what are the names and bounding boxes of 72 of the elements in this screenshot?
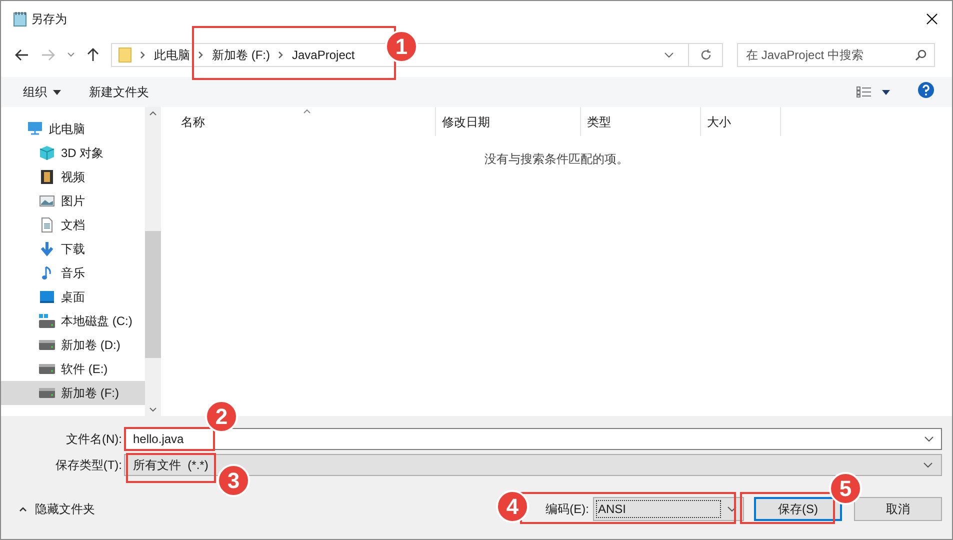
chevron-up-icon [19,506,27,512]
drive-icon [39,337,55,353]
sidebar-item[interactable]: 此电脑 [1,117,145,141]
chevron-right-icon [278,50,284,58]
hide-folders-toggle[interactable]: 隐藏文件夹 [19,500,95,518]
breadcrumb-item[interactable]: 此电脑 [154,46,190,64]
sidebar-item[interactable]: 音乐 [1,261,145,285]
back-arrow-icon [15,48,29,60]
sidebar-item[interactable]: 新加卷 (D:) [1,333,145,357]
filename-field[interactable]: hello.java [124,428,942,450]
search-icon [915,48,927,60]
dropdown-caret-icon [924,436,934,442]
dropdown-caret-icon [664,52,674,58]
notepad-icon [13,10,27,26]
cube-icon [39,145,55,161]
drive-icon [39,385,55,401]
sidebar-item[interactable]: 文档 [1,213,145,237]
refresh-icon [700,48,712,60]
field-label: 编码(E): [546,501,589,518]
sidebar-item[interactable]: 3D 对象 [1,141,145,165]
sidebar-item[interactable]: 软件 (E:) [1,357,145,381]
drive-icon [39,361,55,377]
dropdown-caret-icon [882,90,890,94]
document-icon [39,217,55,233]
down-arrow-icon [39,241,55,257]
cancel-button[interactable]: 取消 [854,497,942,521]
column-header[interactable]: 修改日期 [436,107,581,136]
save-button[interactable]: 保存(S) [754,497,842,521]
dropdown-caret-icon [923,462,933,468]
view-options-button[interactable] [856,86,890,98]
sidebar-item[interactable]: 新加卷 (F:) [1,381,145,405]
sidebar-item[interactable]: 图片 [1,189,145,213]
computer-icon [27,121,43,137]
sidebar-item[interactable]: 视频 [1,165,145,189]
sidebar-item[interactable]: 本地磁盘 (C:) [1,309,145,333]
forward-arrow-icon [41,48,55,60]
details-view-icon [856,86,872,98]
up-arrow-icon [87,48,99,62]
picture-icon [39,193,55,209]
scroll-down-icon [149,407,157,412]
column-header[interactable]: 名称 [161,107,436,136]
monitor-icon [39,289,55,305]
step-number-badge: 1 [385,30,418,63]
encoding-dropdown[interactable]: ANSI [593,497,744,521]
field-label: 保存类型(T): [54,457,123,474]
dropdown-caret-icon [67,52,75,58]
scroll-up-icon [149,111,157,116]
sidebar-item[interactable]: 下载 [1,237,145,261]
dropdown-caret-icon [53,90,61,94]
close-icon [926,12,938,24]
organize-menu[interactable]: 组织 [23,83,61,101]
sort-caret-icon [303,109,311,114]
drive-icon [39,313,55,329]
breadcrumb-item[interactable]: 新加卷 (F:) [212,46,270,64]
folder-icon [118,46,132,62]
column-header[interactable]: 类型 [581,107,701,136]
scrollbar[interactable] [145,107,161,416]
field-label: 文件名(N): [65,431,123,448]
dropdown-caret-icon [727,506,737,512]
column-header[interactable]: 大小 [701,107,781,136]
new-folder-button[interactable]: 新建文件夹 [89,83,149,101]
breadcrumb-item[interactable]: JavaProject [292,46,355,64]
sidebar-item[interactable]: 桌面 [1,285,145,309]
search-field[interactable]: 在 JavaProject 中搜索 [737,42,935,66]
window-title: 另存为 [31,10,67,28]
chevron-right-icon [140,50,146,58]
chevron-right-icon [198,50,204,58]
step-number-badge: 2 [205,400,238,433]
scrollbar-thumb[interactable] [145,231,161,358]
empty-message: 没有与搜索条件匹配的项。 [484,151,628,168]
film-icon [39,169,55,185]
help-icon [918,82,934,98]
